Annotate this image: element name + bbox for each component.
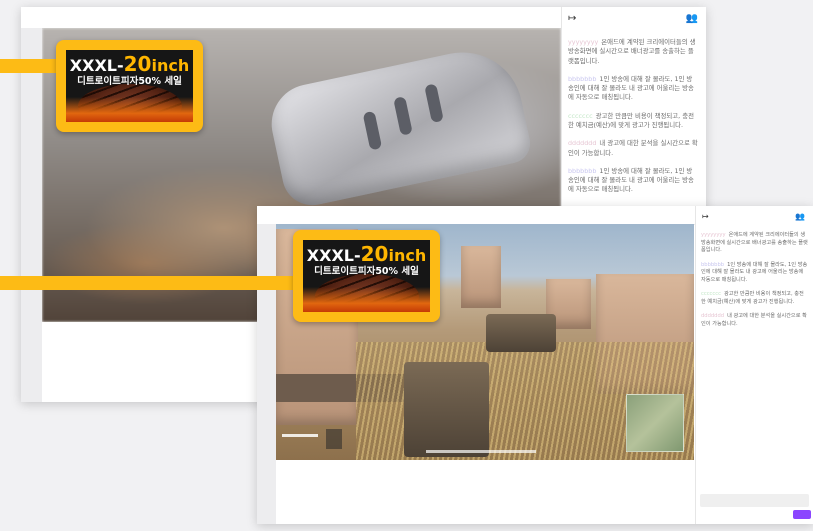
chat-message: yyyyyyyy 온애드에 계약된 크리에이터들의 생방송화면에 실시간으로 배너… <box>701 232 808 255</box>
banner-image: XXXL-20inch 디트로이트피자50% 세일 <box>66 50 193 122</box>
boost-bar <box>426 450 536 453</box>
chat-messages: yyyyyyyy 온애드에 계약된 크리에이터들의 생방송화면에 실시간으로 배너… <box>568 38 698 204</box>
chat-username[interactable]: ddddddd <box>701 313 724 319</box>
chat-message: bbbbbbb 1인 방송에 대해 잘 몰라도, 1인 방송인에 대해 잘 몰라도… <box>568 75 698 103</box>
left-gutter <box>257 224 276 524</box>
chat-messages: yyyyyyyy 온애드에 계약된 크리에이터들의 생방송화면에 실시간으로 배너… <box>701 232 808 335</box>
flame-image <box>66 96 193 122</box>
chat-message: ddddddd 내 광고에 대한 분석을 실시간으로 확인이 가능합니다. <box>568 139 698 158</box>
chat-username[interactable]: ccccccc <box>568 112 593 120</box>
chat-message: yyyyyyyy 온애드에 계약된 크리에이터들의 생방송화면에 실시간으로 배너… <box>568 38 698 66</box>
top-bar <box>257 206 695 225</box>
collapse-chat-icon[interactable]: ↦ <box>568 13 576 24</box>
chat-username[interactable]: ccccccc <box>701 291 721 297</box>
chat-username[interactable]: bbbbbbb <box>568 75 596 83</box>
chat-username[interactable]: bbbbbbb <box>568 167 596 175</box>
item-slot <box>326 429 342 449</box>
health-bar <box>282 434 318 437</box>
minimap <box>626 394 684 452</box>
chat-message: ccccccc 광고한 만큼만 비용이 책정되고, 충전한 예치금(예산)에 맞게… <box>701 291 808 306</box>
collapse-chat-icon[interactable]: ↦ <box>702 212 709 221</box>
flame-image <box>303 286 430 312</box>
chat-panel: ↦ 👥 yyyyyyyy 온애드에 계약된 크리에이터들의 생방송화면에 실시간으… <box>695 206 813 524</box>
banner-subtitle: 디트로이트피자50% 세일 <box>314 266 419 277</box>
chat-message: ddddddd 내 광고에 대한 분석을 실시간으로 확인이 가능합니다. <box>701 313 808 328</box>
chat-username[interactable]: yyyyyyyy <box>701 232 726 238</box>
connector-line-2 <box>0 276 295 290</box>
send-button[interactable] <box>793 510 811 519</box>
ad-banner[interactable]: XXXL-20inch 디트로이트피자50% 세일 <box>293 230 440 322</box>
chat-message: bbbbbbb 1인 방송에 대해 잘 몰라도, 1인 방송인에 대해 잘 몰라도… <box>568 167 698 195</box>
building-center <box>461 246 501 308</box>
users-icon[interactable]: 👥 <box>795 212 805 221</box>
chat-input[interactable] <box>700 494 809 507</box>
left-gutter <box>21 28 42 402</box>
chat-username[interactable]: bbbbbbb <box>701 262 724 268</box>
truck-distant <box>486 314 556 352</box>
chat-message: ccccccc 광고한 만큼만 비용이 책정되고, 충전한 예치금(예산)에 맞게… <box>568 112 698 131</box>
connector-line-1 <box>0 59 58 73</box>
users-icon[interactable]: 👥 <box>686 13 698 24</box>
chat-message: bbbbbbb 1인 방송에 대해 잘 몰라도, 1인 방송인에 대해 잘 몰라도… <box>701 262 808 285</box>
truck-near <box>404 362 489 457</box>
ad-banner[interactable]: XXXL-20inch 디트로이트피자50% 세일 <box>56 40 203 132</box>
banner-image: XXXL-20inch 디트로이트피자50% 세일 <box>303 240 430 312</box>
banner-subtitle: 디트로이트피자50% 세일 <box>77 76 182 87</box>
chat-username[interactable]: yyyyyyyy <box>568 38 598 46</box>
chat-username[interactable]: ddddddd <box>568 139 596 147</box>
top-bar <box>21 7 561 29</box>
